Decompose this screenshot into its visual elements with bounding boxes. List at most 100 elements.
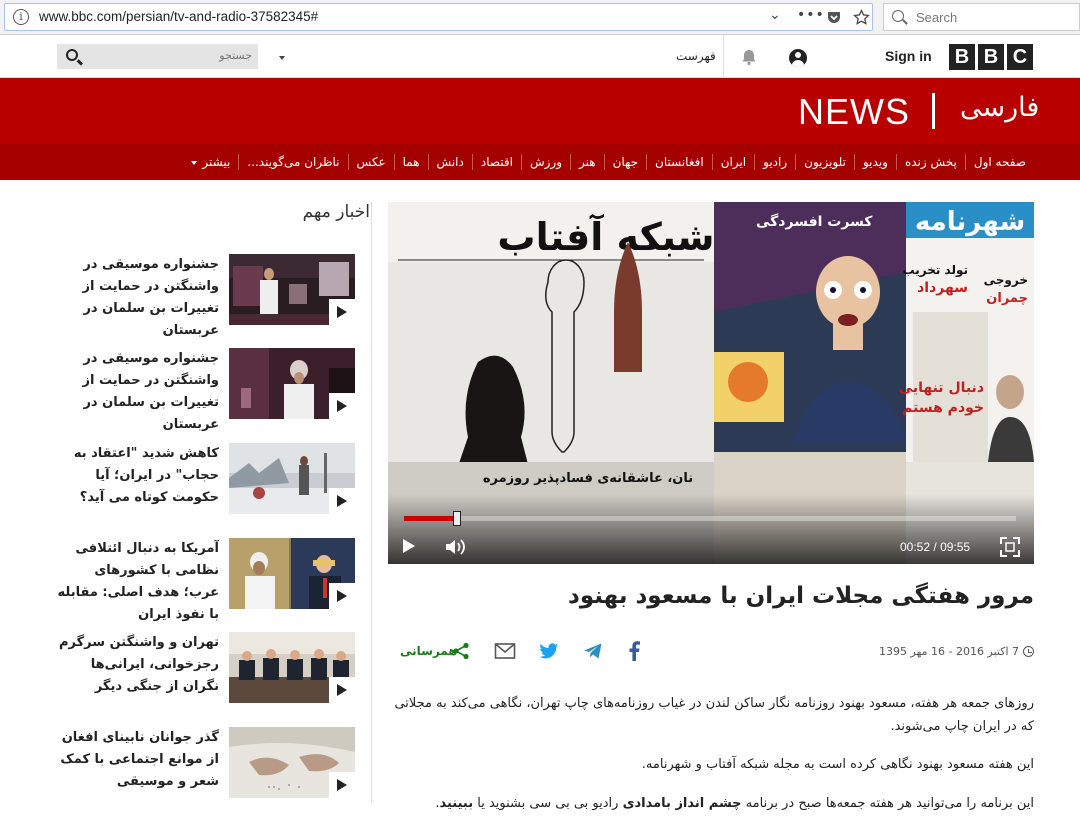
sidebar-title: اخبار مهم: [302, 202, 370, 222]
story-title[interactable]: جشنواره موسیقی در واشنگتن در حمایت از تغ…: [57, 254, 219, 342]
nav-item-homa[interactable]: هما: [393, 154, 428, 170]
paragraph-text: این برنامه را می‌توانید هر هفته جمعه‌ها …: [741, 796, 1034, 811]
video-controls: 00:52 / 09:55: [388, 494, 1034, 564]
list-item[interactable]: تهران و واشنگتن سرگرم رجزخوانی، ایرانی‌ه…: [57, 632, 355, 707]
play-icon[interactable]: [329, 299, 355, 325]
more-dots-icon[interactable]: •••: [797, 7, 825, 23]
masthead-divider: [932, 93, 935, 129]
share-label[interactable]: همرسانی: [400, 644, 457, 658]
bbc-logo[interactable]: B B C: [949, 44, 1033, 70]
nav-item-world[interactable]: جهان: [603, 154, 646, 170]
play-icon[interactable]: [403, 539, 415, 553]
user-icon[interactable]: [789, 49, 807, 67]
list-item[interactable]: جشنواره موسیقی در واشنگتن در حمایت از تغ…: [57, 254, 355, 338]
sign-in-link[interactable]: Sign in: [885, 48, 932, 64]
article-paragraph: روزهای جمعه هر هفته، مسعود بهنود روزنامه…: [394, 696, 1034, 734]
video-progress-fill: [404, 516, 457, 521]
video-player[interactable]: شبکه آفتاب نان، عاشقانه‌ی فسادپذیر روزمر…: [388, 202, 1034, 564]
search-icon: [892, 10, 904, 22]
nav-item-afghanistan[interactable]: افغانستان: [646, 154, 712, 170]
notification-bell-icon[interactable]: [740, 48, 758, 66]
nav-item-more[interactable]: بیشتر: [183, 154, 238, 170]
search-icon[interactable]: [66, 49, 78, 61]
watch-link[interactable]: ببینید: [439, 796, 473, 811]
fullscreen-icon[interactable]: [1000, 537, 1020, 557]
nav-item-observers[interactable]: ناظران می‌گویند...: [238, 154, 347, 170]
list-item[interactable]: آمریکا به دنبال ائتلافی نظامی با کشورهای…: [57, 538, 355, 622]
story-thumbnail[interactable]: [229, 348, 355, 419]
facebook-icon[interactable]: [628, 641, 640, 661]
article-paragraph: این هفته مسعود بهنود نگاهی کرده است به م…: [641, 757, 1034, 772]
magazine-right-title: شهرنامه: [915, 207, 1025, 237]
nav-item-iran[interactable]: ایران: [711, 154, 754, 170]
menu-link[interactable]: فهرست: [676, 49, 716, 63]
list-item[interactable]: گذر جوانان نابینای افغان از موانع اجتماع…: [57, 727, 355, 802]
story-title[interactable]: گذر جوانان نابینای افغان از موانع اجتماع…: [57, 727, 219, 793]
story-thumbnail[interactable]: [229, 632, 355, 703]
language-wordmark[interactable]: فارسی: [960, 92, 1039, 123]
nav-item-video[interactable]: ویدیو: [853, 154, 896, 170]
story-title[interactable]: جشنواره موسیقی در واشنگتن در حمایت از تغ…: [57, 348, 219, 436]
column-divider: [371, 202, 372, 802]
logo-letter: C: [1007, 44, 1033, 70]
magazine-right-headline: خروجی: [984, 273, 1028, 288]
chevron-down-icon[interactable]: [279, 56, 285, 60]
address-text[interactable]: www.bbc.com/persian/tv-and-radio-3758234…: [39, 9, 318, 24]
browser-search-placeholder: Search: [916, 10, 958, 25]
story-title[interactable]: آمریکا به دنبال ائتلافی نظامی با کشورهای…: [57, 538, 219, 626]
email-icon[interactable]: [494, 642, 516, 660]
site-search-input[interactable]: جستجو: [57, 44, 258, 69]
volume-icon[interactable]: [444, 538, 468, 556]
video-progress-bar[interactable]: [404, 511, 1016, 526]
logo-letter: B: [949, 44, 975, 70]
article-paragraph: این برنامه را می‌توانید هر هفته جمعه‌ها …: [388, 792, 1034, 815]
play-icon[interactable]: [329, 583, 355, 609]
story-thumbnail[interactable]: [229, 538, 355, 609]
story-thumbnail[interactable]: [229, 727, 355, 798]
nav-item-science[interactable]: دانش: [427, 154, 472, 170]
magazine-right-headline: خودم هستم: [902, 400, 984, 416]
nav-item-art[interactable]: هنر: [570, 154, 604, 170]
share-tools: همرسانی: [400, 641, 660, 663]
masthead: NEWS فارسی: [0, 78, 1080, 144]
pocket-icon[interactable]: [826, 10, 842, 26]
clock-icon: [1023, 646, 1034, 657]
info-icon[interactable]: i: [13, 9, 29, 25]
nav-item-sport[interactable]: ورزش: [520, 154, 570, 170]
story-thumbnail[interactable]: [229, 254, 355, 325]
news-wordmark[interactable]: NEWS: [798, 91, 910, 133]
video-current-time: 00:52: [900, 540, 931, 554]
main-navigation: صفحه اول پخش زنده ویدیو تلویزیون رادیو ا…: [0, 144, 1080, 180]
bookmark-star-icon[interactable]: [853, 9, 870, 26]
play-icon[interactable]: [329, 393, 355, 419]
nav-item-radio[interactable]: رادیو: [754, 154, 795, 170]
play-icon[interactable]: [329, 772, 355, 798]
story-title[interactable]: کاهش شدید "اعتقاد به حجاب" در ایران؛ آیا…: [57, 443, 219, 509]
nav-item-tv[interactable]: تلویزیون: [795, 154, 854, 170]
video-time: 00:52 / 09:55: [900, 540, 970, 554]
list-item[interactable]: کاهش شدید "اعتقاد به حجاب" در ایران؛ آیا…: [57, 443, 355, 518]
video-time-separator: /: [933, 540, 937, 554]
magazine-right-headline: سهرداد: [917, 280, 968, 296]
nav-item-photo[interactable]: عکس: [347, 154, 394, 170]
nav-item-live[interactable]: پخش زنده: [895, 154, 965, 170]
chevron-down-icon[interactable]: ⌄: [769, 7, 781, 23]
twitter-icon[interactable]: [539, 642, 559, 660]
video-scrubber-handle[interactable]: [453, 511, 461, 526]
address-bar[interactable]: i www.bbc.com/persian/tv-and-radio-37582…: [4, 3, 873, 31]
share-icon[interactable]: [452, 642, 470, 660]
nav-item-economy[interactable]: اقتصاد: [471, 154, 521, 170]
browser-search-box[interactable]: Search: [883, 3, 1080, 31]
story-title[interactable]: تهران و واشنگتن سرگرم رجزخوانی، ایرانی‌ه…: [57, 632, 219, 698]
nav-item-home[interactable]: صفحه اول: [964, 154, 1034, 170]
magazine-middle-title: کسرت افسردگی: [756, 213, 873, 230]
browser-toolbar: i www.bbc.com/persian/tv-and-radio-37582…: [0, 0, 1080, 35]
play-icon[interactable]: [329, 488, 355, 514]
list-item[interactable]: جشنواره موسیقی در واشنگتن در حمایت از تغ…: [57, 348, 355, 432]
story-thumbnail[interactable]: [229, 443, 355, 514]
article-headline: مرور هفتگی مجلات ایران با مسعود بهنود: [568, 583, 1034, 609]
magazine-right-headline: چمران: [986, 291, 1028, 306]
telegram-icon[interactable]: [583, 642, 603, 660]
play-icon[interactable]: [329, 677, 355, 703]
magazine-left-caption: نان، عاشقانه‌ی فسادپذیر روزمره: [483, 471, 693, 486]
